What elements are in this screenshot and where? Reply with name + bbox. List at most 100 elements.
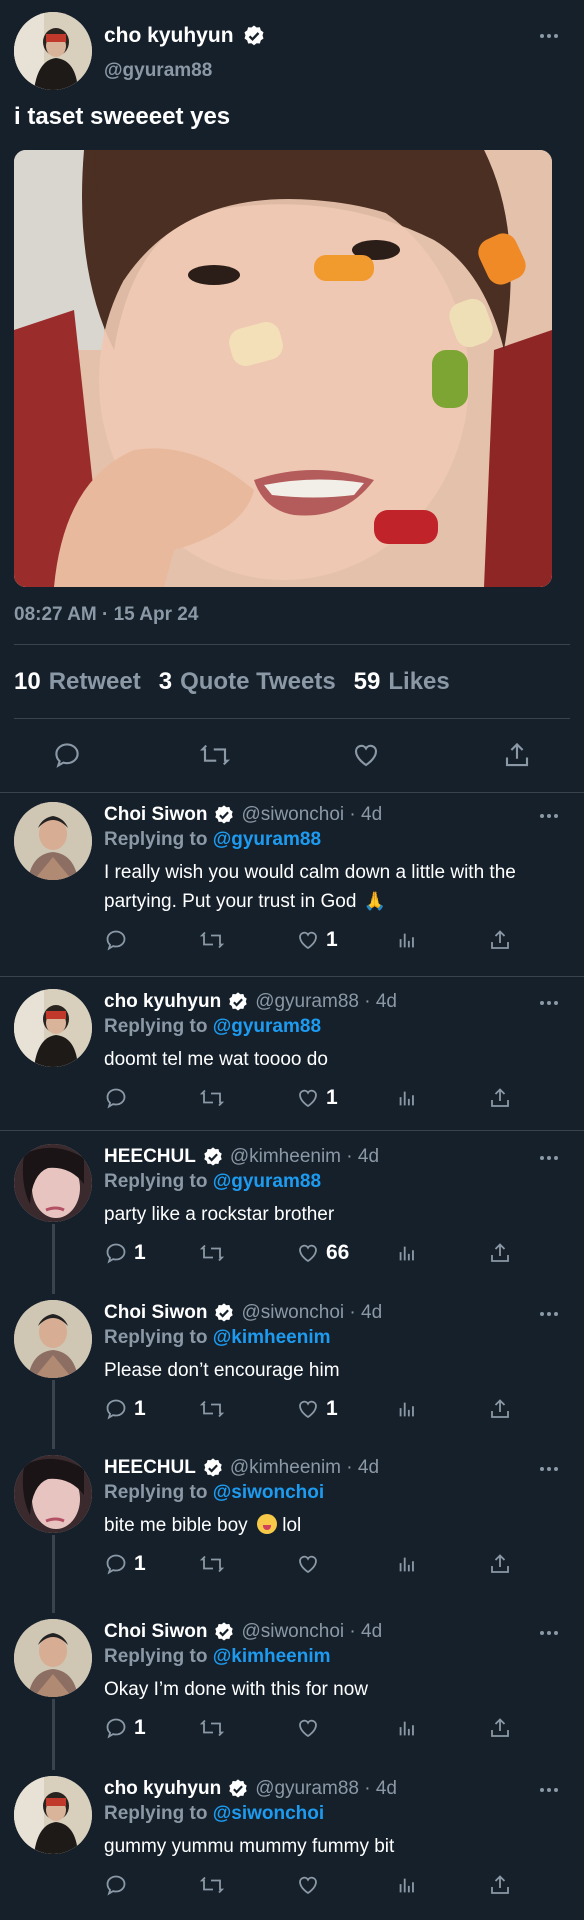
- thread-connector: [52, 1699, 55, 1770]
- replying-to-link[interactable]: @siwonchoi: [213, 1482, 324, 1503]
- views-button[interactable]: [396, 1552, 418, 1576]
- replying-to-link[interactable]: @kimheenim: [213, 1327, 331, 1348]
- reply-author-handle[interactable]: @kimheenim · 4d: [230, 1146, 379, 1168]
- likes-stat[interactable]: 59 Likes: [354, 668, 450, 696]
- more-icon[interactable]: [540, 1312, 558, 1316]
- retweet-button[interactable]: [199, 1241, 225, 1265]
- views-icon: [399, 1721, 414, 1736]
- reply-button[interactable]: 1: [104, 1716, 146, 1740]
- views-button[interactable]: [396, 928, 418, 952]
- share-button[interactable]: [488, 928, 512, 952]
- replying-to-link[interactable]: @kimheenim: [213, 1646, 331, 1667]
- reply-author-name[interactable]: Choi Siwon: [104, 804, 207, 826]
- reply-author-name[interactable]: cho kyuhyun: [104, 1778, 221, 1800]
- like-button[interactable]: [351, 740, 381, 770]
- tweet-stats: 10 Retweet 3 Quote Tweets 59 Likes: [14, 668, 450, 696]
- share-button[interactable]: [488, 1397, 512, 1421]
- reply-button[interactable]: 1: [104, 1241, 146, 1265]
- avatar[interactable]: [14, 1300, 92, 1378]
- share-button[interactable]: [488, 1086, 512, 1110]
- main-avatar[interactable]: [14, 12, 92, 90]
- share-icon: [491, 1875, 509, 1894]
- heart-icon: [299, 1400, 317, 1419]
- views-button[interactable]: [396, 1397, 418, 1421]
- views-button[interactable]: [396, 1873, 418, 1897]
- reply-author-handle[interactable]: @kimheenim · 4d: [230, 1457, 379, 1479]
- reply-author-name[interactable]: HEECHUL: [104, 1146, 196, 1168]
- views-icon: [399, 1878, 414, 1893]
- avatar[interactable]: [14, 1144, 92, 1222]
- share-button[interactable]: [488, 1552, 512, 1576]
- share-button[interactable]: [488, 1241, 512, 1265]
- tweet-timestamp[interactable]: 08:27 AM · 15 Apr 24: [14, 604, 198, 626]
- views-button[interactable]: [396, 1086, 418, 1110]
- retweet-stat[interactable]: 10 Retweet: [14, 668, 141, 696]
- reply-author-handle[interactable]: @siwonchoi · 4d: [241, 1302, 382, 1324]
- share-button[interactable]: [488, 1873, 512, 1897]
- replying-to-link[interactable]: @siwonchoi: [213, 1803, 324, 1824]
- replying-to-link[interactable]: @gyuram88: [213, 829, 321, 850]
- avatar[interactable]: [14, 1455, 92, 1533]
- reply-author-name[interactable]: cho kyuhyun: [104, 991, 221, 1013]
- reply-author-handle[interactable]: @gyuram88 · 4d: [255, 991, 397, 1013]
- retweet-icon: [199, 1400, 225, 1418]
- replying-to-link[interactable]: @gyuram88: [213, 1171, 321, 1192]
- reply-action-bar: 1 1: [0, 1397, 584, 1427]
- reply-author-handle[interactable]: @siwonchoi · 4d: [241, 1621, 382, 1643]
- reply-button[interactable]: 1: [104, 1552, 146, 1576]
- like-button[interactable]: [296, 1716, 326, 1740]
- views-button[interactable]: [396, 1716, 418, 1740]
- reply-author-name[interactable]: HEECHUL: [104, 1457, 196, 1479]
- retweet-button[interactable]: [199, 1552, 225, 1576]
- replying-to: Replying to @gyuram88: [104, 829, 322, 850]
- reply-author-name[interactable]: Choi Siwon: [104, 1621, 207, 1643]
- verified-badge-icon: [215, 805, 234, 824]
- avatar[interactable]: [14, 802, 92, 880]
- views-icon: [399, 1402, 414, 1417]
- author-handle[interactable]: @gyuram88: [104, 60, 212, 82]
- like-button[interactable]: 1: [296, 1086, 338, 1110]
- more-icon[interactable]: [540, 1631, 558, 1635]
- retweet-button[interactable]: [199, 1397, 225, 1421]
- more-icon[interactable]: [540, 34, 558, 38]
- replying-to-link[interactable]: @gyuram88: [213, 1016, 321, 1037]
- retweet-button[interactable]: [199, 1086, 225, 1110]
- retweet-button[interactable]: [199, 1873, 225, 1897]
- avatar[interactable]: [14, 1776, 92, 1854]
- tweet-photo[interactable]: [14, 150, 552, 587]
- more-icon[interactable]: [540, 1788, 558, 1792]
- share-button[interactable]: [488, 1716, 512, 1740]
- quote-stat[interactable]: 3 Quote Tweets: [159, 668, 336, 696]
- reply-author-handle[interactable]: @gyuram88 · 4d: [255, 1778, 397, 1800]
- more-icon[interactable]: [540, 1467, 558, 1471]
- avatar[interactable]: [14, 1619, 92, 1697]
- retweet-button[interactable]: [199, 1716, 225, 1740]
- reply-button[interactable]: [52, 740, 82, 770]
- more-icon[interactable]: [540, 1001, 558, 1005]
- replying-to: Replying to @kimheenim: [104, 1327, 331, 1348]
- share-button[interactable]: [502, 740, 532, 770]
- reply-button[interactable]: 1: [104, 1397, 146, 1421]
- reply-icon: [106, 1875, 126, 1896]
- reply-author-handle[interactable]: @siwonchoi · 4d: [241, 804, 382, 826]
- more-icon[interactable]: [540, 814, 558, 818]
- thread-connector: [52, 1380, 55, 1449]
- retweet-button[interactable]: [199, 928, 225, 952]
- reply-count: 1: [134, 1397, 146, 1420]
- more-icon[interactable]: [540, 1156, 558, 1160]
- like-button[interactable]: [296, 1873, 326, 1897]
- like-button[interactable]: 1: [296, 928, 338, 952]
- like-button[interactable]: 1: [296, 1397, 338, 1421]
- author-name[interactable]: cho kyuhyun: [104, 24, 266, 48]
- like-button[interactable]: 66: [296, 1241, 349, 1265]
- reply-button[interactable]: [104, 1873, 134, 1897]
- praying-hands-icon: 🙏: [363, 891, 387, 911]
- views-icon: [399, 1246, 414, 1261]
- reply-author-name[interactable]: Choi Siwon: [104, 1302, 207, 1324]
- reply-button[interactable]: [104, 1086, 134, 1110]
- retweet-button[interactable]: [199, 740, 231, 770]
- like-button[interactable]: [296, 1552, 326, 1576]
- views-button[interactable]: [396, 1241, 418, 1265]
- avatar[interactable]: [14, 989, 92, 1067]
- reply-button[interactable]: [104, 928, 134, 952]
